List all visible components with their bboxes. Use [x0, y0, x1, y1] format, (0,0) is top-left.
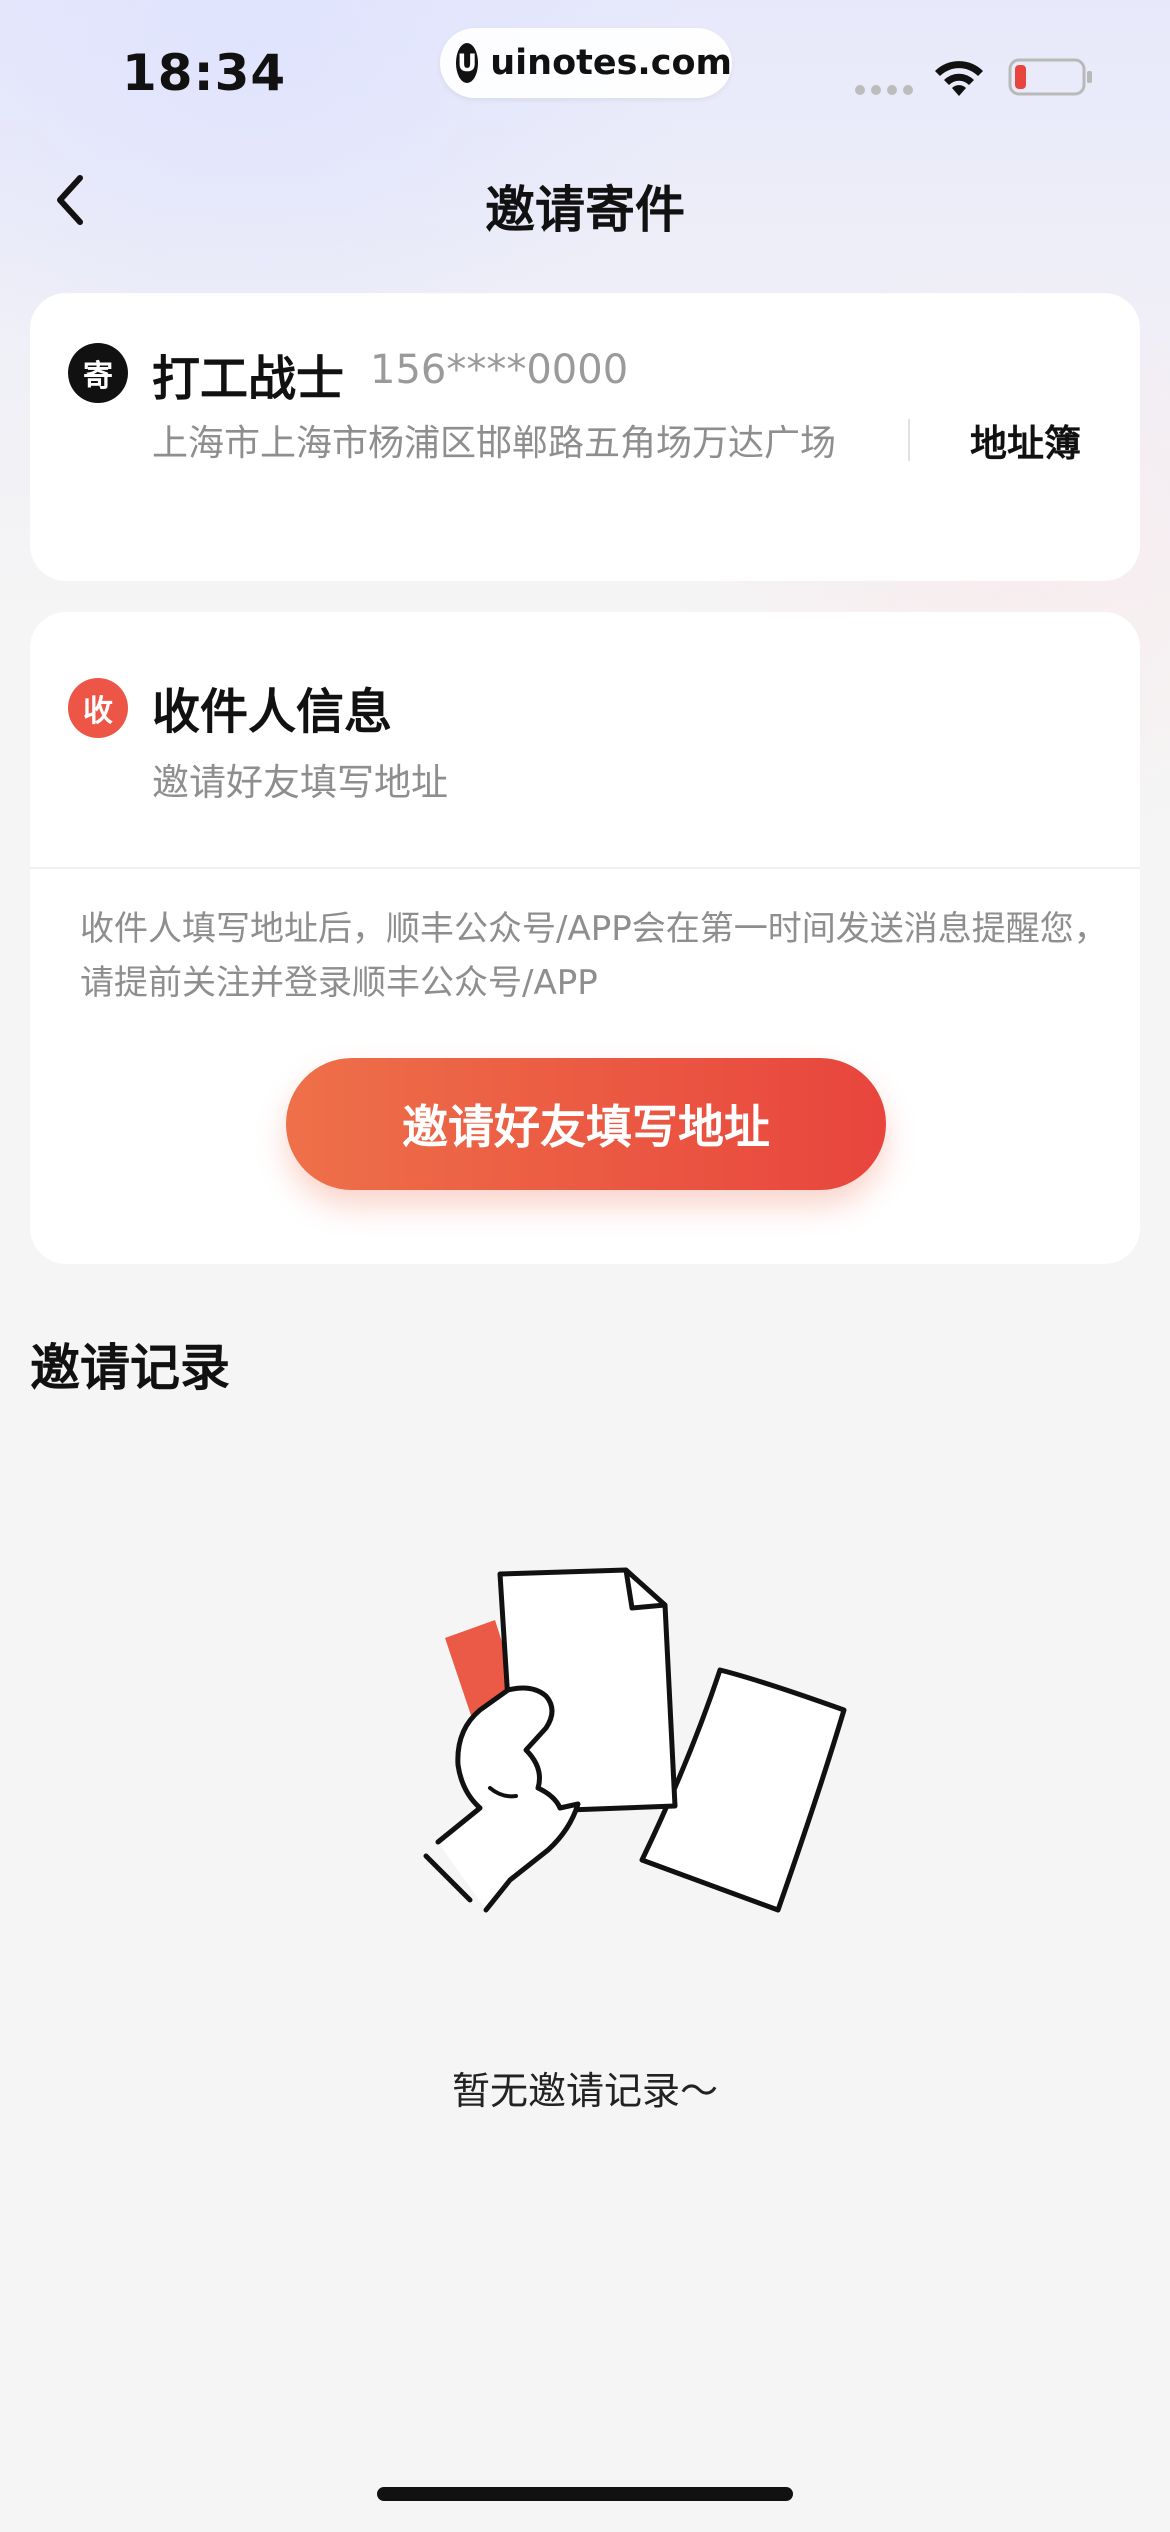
cellular-signal-icon: [855, 85, 913, 95]
sender-name: 打工战士: [152, 351, 345, 407]
invite-records-title: 邀请记录: [30, 1339, 230, 1397]
nav-bar: 邀请寄件: [0, 150, 1170, 250]
status-time: 18:34: [122, 44, 287, 102]
page: 18:34 U uinotes.com 邀请寄件 寄 打工战士 156****0…: [0, 0, 1170, 2532]
url-text: uinotes.com: [490, 43, 732, 83]
hand-holding-documents-icon: [423, 1567, 847, 1913]
sender-card[interactable]: 寄 打工战士 156****0000 上海市上海市杨浦区邯郸路五角场万达广场 地…: [30, 293, 1140, 581]
url-pill[interactable]: U uinotes.com: [440, 28, 732, 98]
empty-state-text: 暂无邀请记录～: [451, 2069, 718, 2113]
sender-address: 上海市上海市杨浦区邯郸路五角场万达广场: [152, 423, 837, 464]
notice-text: 收件人填写地址后，顺丰公众号/APP会在第一时间发送消息提醒您，请提前关注并登录…: [80, 909, 1108, 1003]
sender-phone: 156****0000: [370, 347, 629, 393]
vertical-divider: [908, 419, 910, 461]
sender-badge: 寄: [68, 343, 128, 403]
receiver-card: 收 收件人信息 邀请好友填写地址 收件人填写地址后，顺丰公众号/APP会在第一时…: [30, 612, 1140, 1264]
invite-friend-button[interactable]: 邀请好友填写地址: [286, 1058, 886, 1190]
address-book-button[interactable]: 地址簿: [970, 413, 1081, 467]
wifi-icon: [935, 61, 983, 96]
battery-low-icon: [1008, 58, 1092, 96]
site-logo-icon: U: [456, 43, 479, 83]
receiver-subtitle: 邀请好友填写地址: [152, 761, 448, 804]
page-title: 邀请寄件: [485, 181, 685, 239]
receiver-badge: 收: [68, 678, 128, 738]
status-bar: 18:34 U uinotes.com: [0, 0, 1170, 140]
home-indicator[interactable]: [377, 2487, 793, 2501]
horizontal-divider: [30, 867, 1140, 869]
receiver-title: 收件人信息: [152, 684, 393, 740]
